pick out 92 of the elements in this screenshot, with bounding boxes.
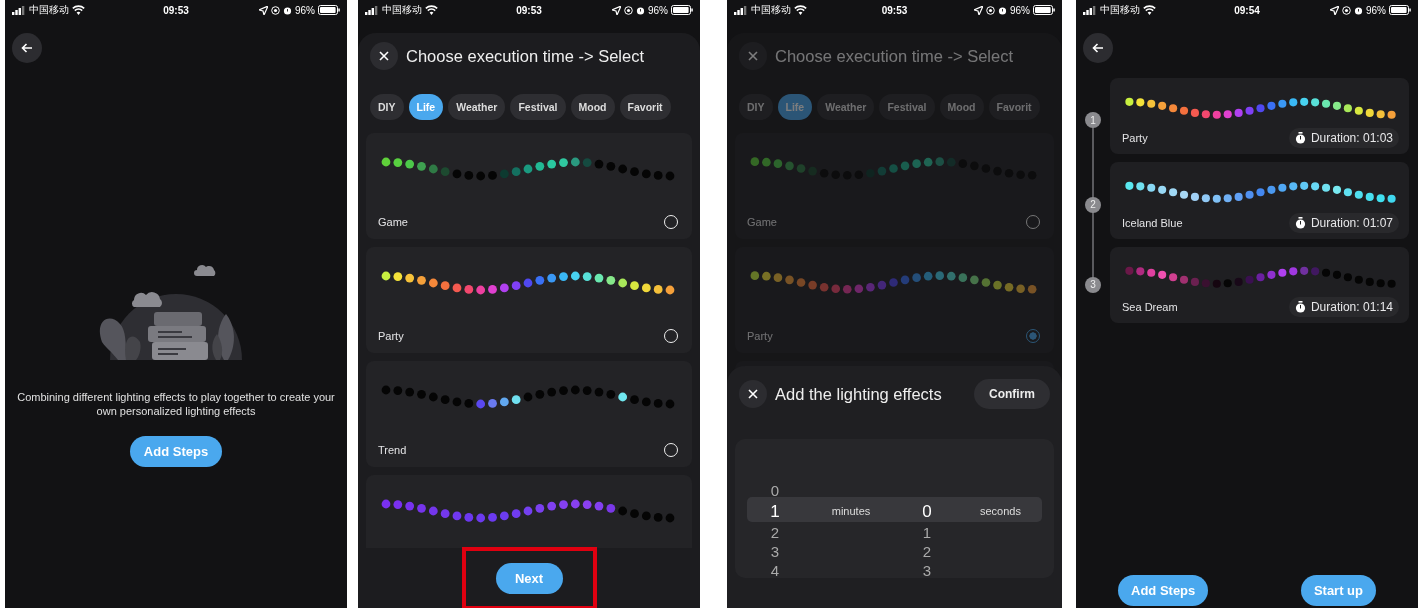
orientation-lock-icon (1341, 5, 1351, 15)
status-time: 09:53 (881, 4, 908, 16)
orientation-lock-icon (985, 5, 995, 15)
carrier-name: 中国移动 (1100, 3, 1140, 17)
status-time: 09:53 (516, 4, 542, 16)
effect-name: Game (378, 216, 408, 228)
wifi-icon (794, 5, 807, 15)
location-icon (973, 5, 983, 15)
location-icon (1329, 5, 1339, 15)
picker-value[interactable]: 0 (770, 481, 780, 500)
picker-unit-label: minutes (830, 505, 872, 517)
duration-text: Duration: 01:14 (1310, 300, 1393, 315)
picker-unit-label: seconds (979, 505, 1022, 517)
effect-card[interactable] (366, 475, 692, 548)
stopwatch-icon (1294, 216, 1306, 229)
close-button[interactable] (370, 42, 398, 70)
effect-name: Party (747, 330, 773, 342)
category-tab[interactable]: Mood (570, 94, 615, 120)
battery-percent: 96% (647, 4, 668, 16)
step-card[interactable]: Party Duration: 01:03 (1110, 78, 1409, 155)
sheet-title: Choose execution time -> Select (406, 46, 644, 66)
picker-value[interactable]: 4 (770, 561, 780, 578)
picker-value[interactable]: 2 (922, 542, 932, 561)
step-number: 2 (1085, 196, 1101, 213)
step-card[interactable]: Iceland Blue Duration: 01:07 (1110, 162, 1409, 239)
carrier-name: 中国移动 (29, 3, 69, 17)
effect-card[interactable]: Party (366, 247, 692, 353)
picker-value[interactable]: 0 (922, 500, 932, 523)
orientation-lock-icon (270, 5, 280, 15)
stopwatch-icon (1294, 132, 1306, 145)
picker-value[interactable]: 3 (770, 542, 780, 561)
duration-text: Duration: 01:03 (1310, 131, 1393, 146)
battery-icon (1033, 5, 1055, 15)
battery-percent: 96% (294, 4, 315, 16)
effect-card[interactable]: Trend (366, 361, 692, 467)
time-picker[interactable]: 0 1 2 3 4 minutes 0 1 2 3 seconds (735, 439, 1054, 578)
step-card[interactable]: Sea Dream Duration: 01:14 (1110, 246, 1409, 324)
category-tab[interactable]: Festival (510, 94, 566, 120)
effect-name: Party (378, 330, 404, 342)
duration-text: Duration: 01:07 (1310, 215, 1393, 230)
stopwatch-icon (1294, 301, 1306, 314)
back-arrow-icon (21, 43, 33, 53)
carrier-name: 中国移动 (751, 3, 791, 17)
signal-icon (734, 5, 748, 15)
battery-icon (671, 5, 693, 15)
step-name: Party (1122, 132, 1148, 145)
step-name: Iceland Blue (1122, 216, 1183, 229)
alarm-icon (635, 5, 645, 15)
step-number: 1 (1085, 112, 1101, 129)
back-arrow-icon (1092, 43, 1104, 53)
back-button[interactable] (12, 33, 42, 63)
status-time: 09:53 (163, 4, 189, 16)
wifi-icon (425, 5, 438, 15)
picker-value[interactable]: 1 (922, 523, 932, 542)
signal-icon (365, 5, 379, 15)
orientation-lock-icon (623, 5, 633, 15)
confirm-button[interactable]: Confirm (974, 379, 1050, 409)
category-tab[interactable]: DIY (370, 94, 404, 120)
wifi-icon (72, 5, 85, 15)
alarm-icon (997, 5, 1007, 15)
picker-value[interactable]: 3 (922, 561, 932, 578)
status-time: 09:54 (1234, 4, 1260, 16)
carrier-name: 中国移动 (382, 3, 422, 17)
close-icon (748, 389, 758, 399)
close-icon (379, 51, 389, 61)
battery-percent: 96% (1009, 4, 1030, 16)
battery-icon (318, 5, 340, 15)
back-button[interactable] (1083, 33, 1113, 63)
alarm-icon (282, 5, 292, 15)
signal-icon (12, 5, 26, 15)
battery-icon (1389, 5, 1411, 15)
empty-state-message: Combining different lighting effects to play together to create your own personalized lighting effects (16, 390, 336, 418)
close-button[interactable] (739, 380, 767, 408)
picker-value[interactable]: 1 (770, 500, 780, 523)
effect-card[interactable]: Game (366, 133, 692, 239)
radio-button[interactable] (1026, 329, 1040, 343)
sheet-title: Add the lighting effects (775, 384, 942, 404)
category-tab[interactable]: Weather (448, 94, 506, 120)
location-icon (258, 5, 268, 15)
wifi-icon (1143, 5, 1156, 15)
close-icon (748, 51, 758, 61)
effect-name: Game (747, 216, 777, 228)
effect-name: Trend (378, 444, 407, 456)
step-name: Sea Dream (1122, 301, 1178, 314)
location-icon (611, 5, 621, 15)
alarm-icon (1353, 5, 1363, 15)
picker-value[interactable]: 2 (770, 523, 780, 542)
step-number: 3 (1085, 276, 1101, 293)
signal-icon (1083, 5, 1097, 15)
sheet-title: Choose execution time -> Select (775, 46, 1013, 66)
category-tab[interactable]: Favorit (619, 94, 671, 120)
battery-percent: 96% (1365, 4, 1386, 16)
